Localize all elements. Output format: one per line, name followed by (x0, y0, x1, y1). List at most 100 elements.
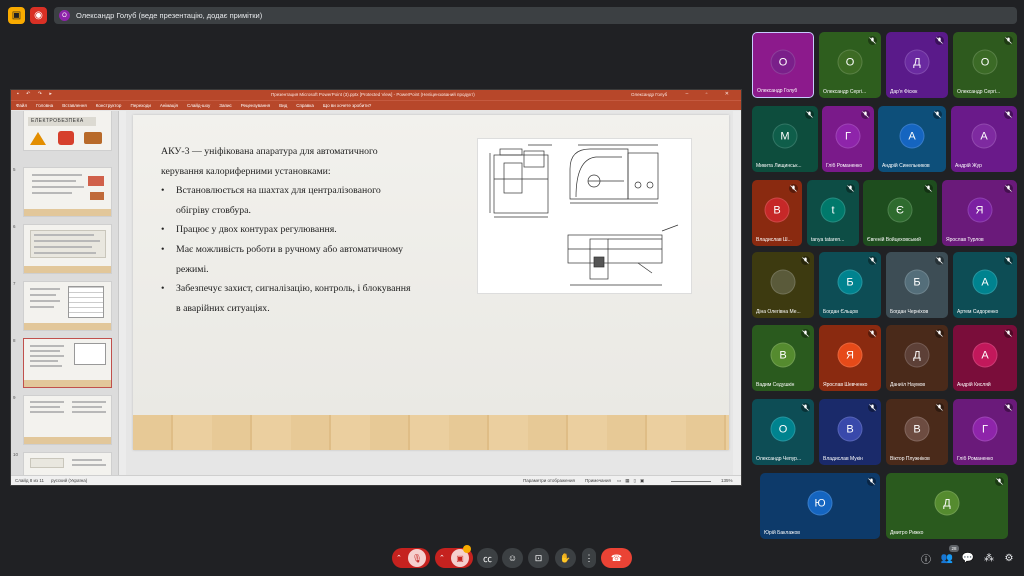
ribbon-tab[interactable]: Слайд-шоу (187, 103, 210, 108)
raise-hand-button[interactable]: ✋ (555, 548, 576, 568)
chat-icon[interactable]: 💬 (962, 552, 974, 564)
thumbnail-slide-10[interactable] (23, 452, 112, 476)
chevron-up-icon[interactable]: ⌃ (439, 554, 445, 562)
participant-tile[interactable]: Б Богдан Черніхов (886, 252, 948, 318)
people-icon[interactable]: 👥 (941, 552, 953, 564)
participant-tile[interactable]: Г Гліб Романенко (822, 106, 874, 172)
ribbon-tab[interactable]: Що ви хочете зробити? (323, 103, 371, 108)
slide-bullet: Має можливість роботи в ручному або авто… (161, 240, 411, 279)
participant-tile[interactable]: Діна Олегівна Ме... (752, 252, 814, 318)
mic-muted-icon (868, 403, 877, 412)
window-controls-icon[interactable]: – ▫ ✕ (685, 91, 737, 97)
ribbon-tab[interactable]: Запис (219, 103, 231, 108)
participant-avatar (770, 269, 796, 295)
ribbon-tab[interactable]: Переходи (130, 103, 150, 108)
participant-avatar: О (972, 49, 998, 75)
participant-tile[interactable]: О Олександр Чепур... (752, 399, 814, 465)
thumbnail-slide-7[interactable] (23, 281, 112, 331)
participant-avatar: Я (967, 197, 992, 223)
quick-access-icons[interactable]: ▪ ↶ ↷ ▸ (17, 91, 55, 97)
participant-avatar: Я (837, 342, 863, 368)
participant-tile[interactable]: В Вадим Седушкін (752, 325, 814, 391)
participant-tile[interactable]: Г Гліб Романенко (953, 399, 1017, 465)
participant-tile[interactable]: Д Дар'я Фісюк (886, 32, 948, 98)
ribbon-tab[interactable]: Рецензування (241, 103, 270, 108)
thumbnail-slide-4[interactable]: ЕЛЕКТРОБЕЗПЕКА (23, 111, 112, 151)
thumb-number-8: 8 (13, 338, 16, 343)
ribbon-tab[interactable]: Вставлення (62, 103, 87, 108)
thumbnail-scrollbar[interactable] (119, 111, 126, 476)
present-button[interactable]: ⊡ (528, 548, 549, 568)
participant-tile[interactable]: О Олександр Голуб (752, 32, 814, 98)
participant-tile[interactable]: Є Євгеній Войцеховський (863, 180, 937, 246)
mic-controls[interactable]: ⌃ 🎙 (392, 548, 430, 568)
thumbnail-slide-8-selected[interactable] (23, 338, 112, 388)
ribbon-tab[interactable]: Анімація (160, 103, 178, 108)
info-icon[interactable]: ⓘ (920, 552, 932, 566)
view-buttons-icon[interactable]: ▭▦▯▣ (617, 478, 648, 484)
participant-tile[interactable]: Я Ярослав Турлов (942, 180, 1017, 246)
participant-name: Віктор Плужніков (890, 456, 930, 462)
zoom-slider[interactable] (671, 481, 711, 482)
thumbnail-slide-9[interactable] (23, 395, 112, 445)
participant-avatar: Б (904, 269, 930, 295)
presentation-window: ▪ ↶ ↷ ▸ Презентация Microsoft PowerPoint… (10, 89, 742, 486)
participant-tile[interactable]: А Андрій Кисляй (953, 325, 1017, 391)
participant-avatar: О (770, 49, 796, 75)
status-notes[interactable]: Примечания (585, 478, 611, 483)
participant-avatar: Д (904, 342, 930, 368)
participant-tile[interactable]: О Олександр Сергі... (953, 32, 1017, 98)
ppt-title: Презентация Microsoft PowerPoint (3).ppt… (271, 92, 475, 97)
thumb-number-9: 9 (13, 395, 16, 400)
participant-tile[interactable]: В Владислав Мукін (819, 399, 881, 465)
activities-icon[interactable]: ⁂ (983, 552, 995, 564)
thumb-number-10: 10 (13, 452, 19, 457)
participant-name: Богдан Черніхов (890, 309, 929, 315)
mic-muted-icon (789, 184, 798, 193)
participant-tile[interactable]: t tanya tataren... (807, 180, 859, 246)
slide-thumbnails[interactable]: ЕЛЕКТРОБЕЗПЕКА 5 6 7 8 9 10 (11, 111, 119, 476)
chevron-up-icon[interactable]: ⌃ (396, 554, 402, 562)
participant-avatar: Д (934, 490, 960, 516)
mic-muted-icon (933, 110, 942, 119)
participant-tile[interactable]: Д Дмитро Рижко (886, 473, 1008, 539)
current-slide: АКУ-3 — уніфікована апаратура для автома… (133, 115, 729, 450)
mic-muted-icon (867, 477, 876, 486)
ribbon-tab[interactable]: Конструктор (96, 103, 122, 108)
technical-drawing-svg (489, 144, 679, 286)
participant-avatar: М (772, 123, 798, 149)
participant-tile[interactable]: А Андрій Синельников (878, 106, 946, 172)
participant-tile[interactable]: Б Богдан Єльцов (819, 252, 881, 318)
status-display-settings[interactable]: Параметри отображения (523, 478, 575, 483)
mic-muted-icon (1004, 403, 1013, 412)
participant-tile[interactable]: О Олександр Сергі... (819, 32, 881, 98)
participant-tile[interactable]: Д Даниїл Наумов (886, 325, 948, 391)
record-icon[interactable]: ◉ (30, 7, 47, 24)
status-slide-info: Слайд 8 из 11 (15, 478, 45, 483)
participant-tile[interactable]: М Микита Лищинськ... (752, 106, 818, 172)
participant-tile[interactable]: А Артем Сидоренко (953, 252, 1017, 318)
leave-call-button[interactable]: ☎ (601, 548, 632, 568)
ribbon-tab[interactable]: Файл (16, 103, 27, 108)
participant-avatar: А (972, 342, 998, 368)
emoji-button[interactable]: ☺ (502, 548, 523, 568)
mic-off-icon[interactable]: 🎙 (408, 549, 426, 567)
captions-button[interactable]: ㏄ (477, 548, 498, 568)
participant-tile[interactable]: А Андрій Жур (951, 106, 1017, 172)
participant-tile[interactable]: Я Ярослав Шевченко (819, 325, 881, 391)
mic-muted-icon (868, 329, 877, 338)
host-controls-icon[interactable]: ⚙ (1003, 552, 1015, 564)
screen-share-icon[interactable]: ▣ (8, 7, 25, 24)
ribbon-tab[interactable]: Головна (36, 103, 53, 108)
participant-tile[interactable]: Ю Юрій Баклажов (760, 473, 880, 539)
thumbnail-slide-6[interactable] (23, 224, 112, 274)
participant-tile[interactable]: В Владислав Ш... (752, 180, 802, 246)
ribbon-tab[interactable]: Справка (296, 103, 314, 108)
slide-scrollbar[interactable] (733, 111, 741, 476)
more-options-button[interactable]: ⋮ (582, 548, 596, 568)
participant-tile[interactable]: В Віктор Плужніков (886, 399, 948, 465)
participant-name: Олександр Чепур... (756, 456, 802, 462)
thumbnail-slide-5[interactable] (23, 167, 112, 217)
ribbon-tab[interactable]: Вид (279, 103, 287, 108)
participant-avatar: t (820, 197, 846, 223)
